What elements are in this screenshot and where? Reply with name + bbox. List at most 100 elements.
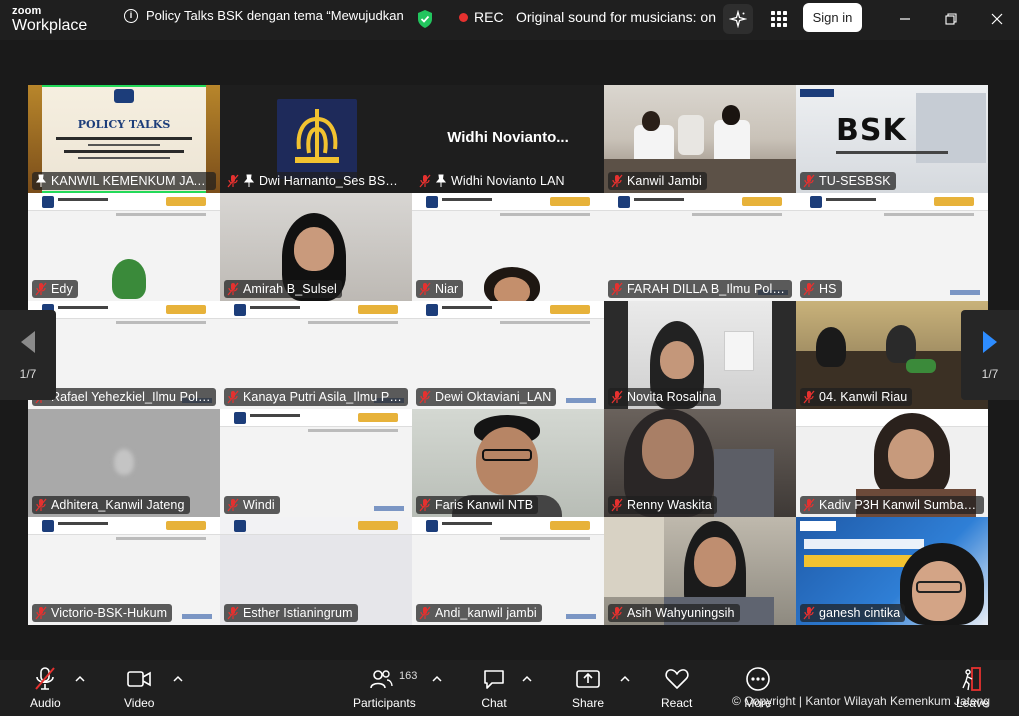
video-tile[interactable]: Kanwil Jambi (604, 85, 796, 193)
video-tile[interactable]: Edy (28, 193, 220, 301)
participant-name: Edy (51, 282, 73, 296)
participant-name-tag: Kadiv P3H Kanwil Sumbar_... (800, 496, 984, 514)
participant-name-tag: TU-SESBSK (800, 172, 896, 190)
minimize-button[interactable] (893, 8, 917, 30)
previous-page-button[interactable]: 1/7 (0, 310, 56, 400)
participants-icon (370, 670, 394, 689)
participant-name-tag: FARAH DILLA B_Ilmu Politik_... (608, 280, 792, 298)
participant-name: Andi_kanwil jambi (435, 606, 537, 620)
ai-companion-button[interactable] (723, 4, 753, 34)
video-tile[interactable]: Faris Kanwil NTB (412, 409, 604, 517)
participant-name: ganesh cintika (819, 606, 901, 620)
participant-face (476, 427, 538, 495)
original-sound-status[interactable]: Original sound for musicians: on (516, 9, 716, 25)
video-tile[interactable]: Widhi Novianto... Widhi Novianto LAN (412, 85, 604, 193)
mic-muted-icon (227, 390, 239, 404)
apps-button[interactable] (765, 4, 793, 34)
audio-options-chevron-up-icon[interactable] (74, 674, 86, 684)
video-tile[interactable]: Rafael Yehezkiel_Ilmu Politi... (28, 301, 220, 409)
video-tile[interactable]: POLICY TALKS KANWIL KEMENKUM JATE... (28, 85, 220, 193)
mic-muted-icon (35, 282, 47, 296)
bsk-logo-text: BSK (836, 113, 907, 148)
ministry-logo-icon (618, 196, 630, 208)
next-page-button[interactable]: 1/7 (961, 310, 1019, 400)
plant (906, 359, 936, 373)
heart-icon (665, 669, 689, 689)
participant-name-tag: Adhitera_Kanwil Jateng (32, 496, 190, 514)
video-tile[interactable]: 04. Kanwil Riau (796, 301, 988, 409)
slide-text-line (884, 213, 974, 216)
slide-text-line (116, 537, 206, 540)
participants-count-badge: 163 (399, 670, 418, 682)
react-button[interactable]: React (661, 666, 692, 710)
slide-text-line (116, 213, 206, 216)
participant-name: Kadiv P3H Kanwil Sumbar_... (819, 498, 979, 512)
participant-name-tag: Esther Istianingrum (224, 604, 358, 622)
video-tile[interactable]: Renny Waskita (604, 409, 796, 517)
participant-name: Windi (243, 498, 275, 512)
policy-talks-badge (166, 305, 206, 314)
participant-uniform (714, 449, 774, 517)
participant-hijab (886, 325, 916, 363)
arrow-right-icon (983, 331, 997, 353)
participant-name: Rafael Yehezkiel_Ilmu Politi... (51, 390, 211, 404)
policy-talks-badge (166, 521, 206, 530)
video-tile[interactable]: Kanaya Putri Asila_Ilmu Poli... (220, 301, 412, 409)
video-tile[interactable]: Victorio-BSK-Hukum (28, 517, 220, 625)
participant-name-tag: Edy (32, 280, 78, 298)
video-tile[interactable]: HS (796, 193, 988, 301)
video-tile[interactable]: ganesh cintika (796, 517, 988, 625)
maximize-button[interactable] (939, 8, 963, 30)
meeting-info-button[interactable]: i Policy Talks BSK dengan tema “Mewujudk… (124, 8, 404, 23)
share-screen-button[interactable]: Share (572, 666, 604, 710)
video-tile[interactable]: Amirah B_Sulsel (220, 193, 412, 301)
share-options-chevron-up-icon[interactable] (619, 674, 631, 684)
close-button[interactable] (985, 8, 1009, 30)
participant-name-tag: HS (800, 280, 842, 298)
ministry-logo-icon (810, 196, 822, 208)
video-tile[interactable]: Dwi Harnanto_Ses BSK ... (220, 85, 412, 193)
video-tile[interactable]: Andi_kanwil jambi (412, 517, 604, 625)
chat-options-chevron-up-icon[interactable] (521, 674, 533, 684)
video-options-chevron-up-icon[interactable] (172, 674, 184, 684)
slide-text-line (58, 522, 108, 525)
video-tile[interactable]: Windi (220, 409, 412, 517)
encryption-shield-icon[interactable] (416, 9, 434, 29)
mic-muted-icon (419, 282, 431, 296)
video-tile[interactable]: Dewi Oktaviani_LAN (412, 301, 604, 409)
title-bar: zoom Workplace i Policy Talks BSK dengan… (0, 0, 1019, 40)
participant-name-tag: Novita Rosalina (608, 388, 722, 406)
ministry-logo-icon (234, 412, 246, 424)
sign-in-button[interactable]: Sign in (803, 3, 862, 32)
mic-muted-icon (803, 282, 815, 296)
copyright-watermark: © Copyright | Kantor Wilayah Kemenkum Ja… (732, 694, 991, 708)
video-tile[interactable]: FARAH DILLA B_Ilmu Politik_... (604, 193, 796, 301)
participant-name: Kanwil Jambi (627, 174, 702, 188)
participant-name: Adhitera_Kanwil Jateng (51, 498, 185, 512)
video-tile[interactable]: Esther Istianingrum (220, 517, 412, 625)
video-tile[interactable]: Niar (412, 193, 604, 301)
pin-icon (243, 174, 255, 187)
video-tile[interactable]: Novita Rosalina (604, 301, 796, 409)
participants-options-chevron-up-icon[interactable] (431, 674, 443, 684)
meeting-title: Policy Talks BSK dengan tema “Mewujudkan (146, 8, 404, 23)
react-label: React (661, 696, 693, 710)
ministry-logo-icon (426, 196, 438, 208)
background-wall (604, 517, 664, 597)
chat-button[interactable]: Chat (479, 666, 509, 710)
mic-muted-icon (611, 498, 623, 512)
video-tile[interactable]: BSK TU-SESBSK (796, 85, 988, 193)
audio-button[interactable]: Audio (30, 666, 61, 710)
video-tile[interactable]: Adhitera_Kanwil Jateng (28, 409, 220, 517)
participant-face (694, 537, 736, 587)
participant-figure (678, 115, 704, 155)
video-tile[interactable]: Kadiv P3H Kanwil Sumbar_... (796, 409, 988, 517)
ministry-logo-icon (426, 304, 438, 316)
video-tile[interactable]: Asih Wahyuningsih (604, 517, 796, 625)
video-button[interactable]: Video (124, 666, 154, 710)
ministry-logo-icon (42, 196, 54, 208)
slide-text-line (308, 429, 398, 432)
recording-indicator[interactable]: REC (459, 9, 504, 25)
slide-text-line (692, 213, 782, 216)
policy-talks-badge (358, 413, 398, 422)
